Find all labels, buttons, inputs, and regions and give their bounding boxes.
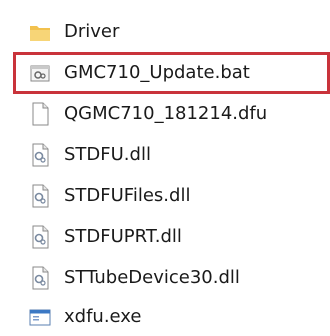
file-name: Driver (64, 21, 120, 42)
file-name: STDFUFiles.dll (64, 185, 191, 206)
dll-file-icon (29, 266, 51, 290)
blank-file-icon (29, 102, 51, 126)
list-item-stdfu-dll[interactable]: STDFU.dll (29, 138, 151, 172)
list-item-stdfufiles-dll[interactable]: STDFUFiles.dll (29, 179, 190, 213)
list-item-qgmc710-dfu[interactable]: QGMC710_181214.dfu (29, 97, 267, 131)
file-name: GMC710_Update.bat (64, 62, 250, 83)
list-item-stdfuprt-dll[interactable]: STDFUPRT.dll (29, 220, 182, 254)
list-item-driver[interactable]: Driver (29, 15, 119, 49)
folder-icon (29, 20, 51, 44)
dll-file-icon (29, 184, 51, 208)
list-item-sttubedevice30-dll[interactable]: STTubeDevice30.dll (29, 261, 240, 295)
batch-file-icon (29, 61, 51, 85)
file-name: STTubeDevice30.dll (64, 267, 240, 288)
dll-file-icon (29, 225, 51, 249)
file-name: STDFU.dll (64, 144, 151, 165)
file-name: xdfu.exe (64, 306, 142, 327)
exe-file-icon (29, 305, 51, 329)
dll-file-icon (29, 143, 51, 167)
list-item-gmc710-update-bat[interactable]: GMC710_Update.bat (29, 56, 250, 90)
file-list: Driver GMC710_Update.bat QGMC710_181214.… (0, 0, 330, 336)
file-name: STDFUPRT.dll (64, 226, 182, 247)
list-item-xdfu-exe[interactable]: xdfu.exe (29, 300, 141, 334)
file-name: QGMC710_181214.dfu (64, 103, 268, 124)
